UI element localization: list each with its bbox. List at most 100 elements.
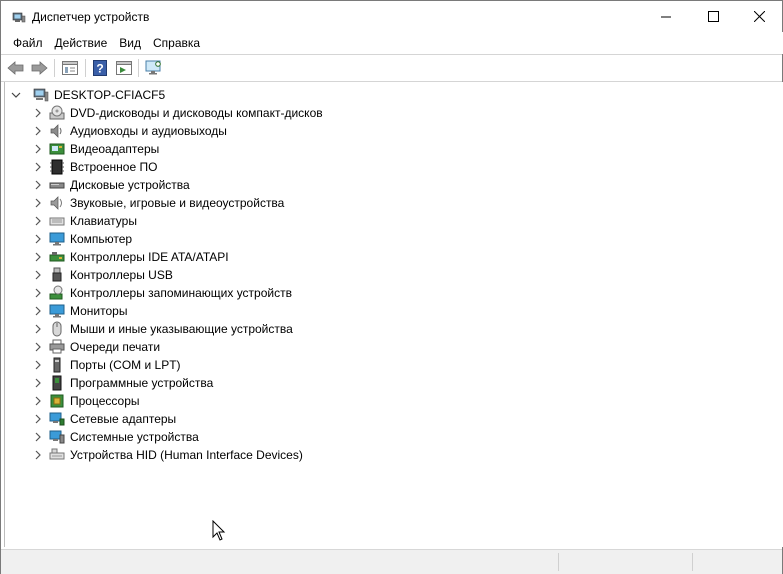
tree-category-label: Процессоры xyxy=(70,394,140,408)
tree-category-label: Звуковые, игровые и видеоустройства xyxy=(70,196,285,210)
tree-category-item[interactable]: Аудиовходы и аудиовыходы xyxy=(31,122,227,140)
properties-icon xyxy=(62,61,78,75)
forward-icon xyxy=(31,61,48,75)
close-icon xyxy=(753,11,765,22)
usb-icon xyxy=(49,267,65,283)
chevron-right-icon[interactable] xyxy=(31,232,45,246)
chevron-right-icon[interactable] xyxy=(31,322,45,336)
menu-help[interactable]: Справка xyxy=(147,32,206,54)
hid-icon xyxy=(49,447,65,463)
properties-button[interactable] xyxy=(60,58,80,78)
tree-category-label: Системные устройства xyxy=(70,430,199,444)
view-button[interactable] xyxy=(114,58,134,78)
chevron-right-icon[interactable] xyxy=(31,430,45,444)
tree-category-item[interactable]: Контроллеры IDE ATA/ATAPI xyxy=(31,248,229,266)
dvd-drive-icon xyxy=(49,105,65,121)
tree-category-label: Порты (COM и LPT) xyxy=(70,358,181,372)
tree-category-item[interactable]: Программные устройства xyxy=(31,374,213,392)
tree-category-item[interactable]: Видеоадаптеры xyxy=(31,140,159,158)
tree-category-item[interactable]: DVD-дисководы и дисководы компакт-дисков xyxy=(31,104,323,122)
monitor-scan-icon xyxy=(145,60,161,75)
tree-category-item[interactable]: Мыши и иные указывающие устройства xyxy=(31,320,293,338)
keyboard-icon xyxy=(49,213,65,229)
chevron-right-icon[interactable] xyxy=(31,376,45,390)
chevron-right-icon[interactable] xyxy=(31,178,45,192)
toolbar-separator xyxy=(138,59,139,77)
menu-action[interactable]: Действие xyxy=(49,32,114,54)
tree-category-label: Встроенное ПО xyxy=(70,160,158,174)
storage-controller-icon xyxy=(49,285,65,301)
minimize-button[interactable] xyxy=(643,1,689,32)
chevron-right-icon[interactable] xyxy=(31,358,45,372)
tree-category-item[interactable]: Системные устройства xyxy=(31,428,199,446)
close-button[interactable] xyxy=(736,1,782,32)
toolbar-separator xyxy=(85,59,86,77)
chevron-right-icon[interactable] xyxy=(31,142,45,156)
tree-category-item[interactable]: Дисковые устройства xyxy=(31,176,190,194)
chevron-down-icon[interactable] xyxy=(9,88,23,102)
firmware-icon xyxy=(49,159,65,175)
view-icon xyxy=(116,61,132,75)
device-manager-app-icon xyxy=(11,10,27,24)
tree-category-label: Контроллеры USB xyxy=(70,268,173,282)
tree-category-item[interactable]: Мониторы xyxy=(31,302,127,320)
chevron-right-icon[interactable] xyxy=(31,304,45,318)
window-title: Диспетчер устройств xyxy=(32,10,150,24)
tree-category-label: Программные устройства xyxy=(70,376,214,390)
sound-icon xyxy=(49,195,65,211)
chevron-right-icon[interactable] xyxy=(31,448,45,462)
mouse-icon xyxy=(49,321,65,337)
network-adapter-icon xyxy=(49,411,65,427)
tree-category-item[interactable]: Компьютер xyxy=(31,230,132,248)
chevron-right-icon[interactable] xyxy=(31,250,45,264)
chevron-right-icon[interactable] xyxy=(31,340,45,354)
help-icon: ? xyxy=(93,60,107,76)
back-button[interactable] xyxy=(6,58,26,78)
help-button[interactable]: ? xyxy=(90,58,110,78)
chevron-right-icon[interactable] xyxy=(31,286,45,300)
tree-category-item[interactable]: Процессоры xyxy=(31,392,140,410)
chevron-right-icon[interactable] xyxy=(31,106,45,120)
toolbar-separator xyxy=(54,59,55,77)
speaker-icon xyxy=(49,123,65,139)
tree-category-item[interactable]: Порты (COM и LPT) xyxy=(31,356,181,374)
chevron-right-icon[interactable] xyxy=(31,268,45,282)
tree-category-label: Сетевые адаптеры xyxy=(70,412,177,426)
chevron-right-icon[interactable] xyxy=(31,214,45,228)
tree-category-label: Клавиатуры xyxy=(70,214,137,228)
chevron-right-icon[interactable] xyxy=(31,160,45,174)
maximize-icon xyxy=(707,11,719,22)
processor-icon xyxy=(49,393,65,409)
chevron-right-icon[interactable] xyxy=(31,196,45,210)
software-device-icon xyxy=(49,375,65,391)
tree-category-item[interactable]: Очереди печати xyxy=(31,338,160,356)
tree-category-label: Контроллеры IDE ATA/ATAPI xyxy=(70,250,229,264)
port-icon xyxy=(49,357,65,373)
minimize-icon xyxy=(661,16,671,17)
tree-category-item[interactable]: Контроллеры запоминающих устройств xyxy=(31,284,292,302)
printer-icon xyxy=(49,339,65,355)
tree-category-item[interactable]: Контроллеры USB xyxy=(31,266,173,284)
tree-root-node[interactable]: DESKTOP-CFIACF5 xyxy=(9,86,165,104)
tree-category-item[interactable]: Встроенное ПО xyxy=(31,158,157,176)
computer-root-icon xyxy=(33,87,49,103)
display-adapter-icon xyxy=(49,141,65,157)
scan-hardware-button[interactable] xyxy=(144,58,164,78)
maximize-button[interactable] xyxy=(690,1,736,32)
tree-category-item[interactable]: Сетевые адаптеры xyxy=(31,410,176,428)
tree-root-label: DESKTOP-CFIACF5 xyxy=(54,88,166,102)
tree-category-label: Видеоадаптеры xyxy=(70,142,160,156)
title-bar[interactable]: Диспетчер устройств xyxy=(1,1,782,32)
menu-view[interactable]: Вид xyxy=(113,32,147,54)
chevron-right-icon[interactable] xyxy=(31,394,45,408)
tree-category-item[interactable]: Устройства HID (Human Interface Devices) xyxy=(31,446,303,464)
menu-file[interactable]: Файл xyxy=(7,32,49,54)
chevron-right-icon[interactable] xyxy=(31,412,45,426)
chevron-right-icon[interactable] xyxy=(31,124,45,138)
device-tree[interactable]: DESKTOP-CFIACF5 DVD-дисководы и дисковод… xyxy=(4,82,783,547)
tree-category-item[interactable]: Звуковые, игровые и видеоустройства xyxy=(31,194,284,212)
tree-category-item[interactable]: Клавиатуры xyxy=(31,212,137,230)
disk-drive-icon xyxy=(49,177,65,193)
system-device-icon xyxy=(49,429,65,445)
forward-button[interactable] xyxy=(29,58,49,78)
